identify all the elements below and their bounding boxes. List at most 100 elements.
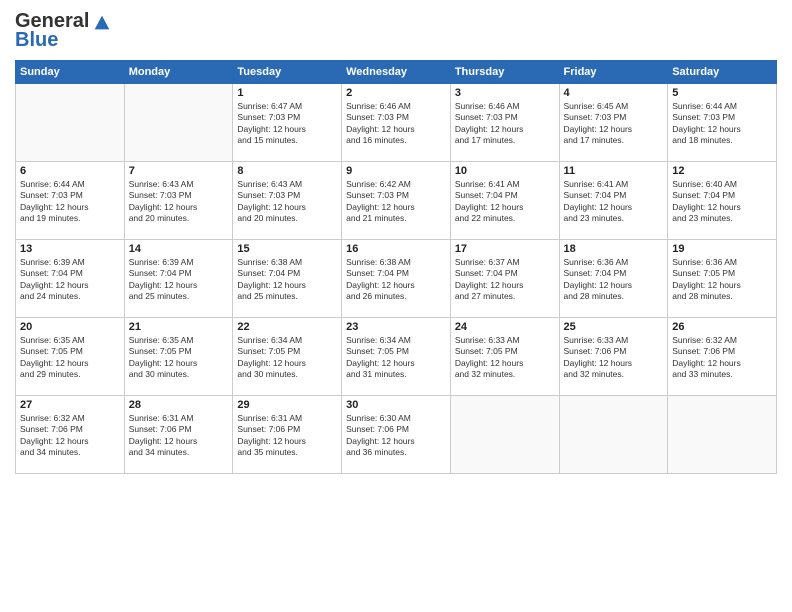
day-info: Sunrise: 6:32 AM Sunset: 7:06 PM Dayligh… bbox=[20, 413, 120, 459]
day-info: Sunrise: 6:44 AM Sunset: 7:03 PM Dayligh… bbox=[20, 179, 120, 225]
calendar-cell: 16 Sunrise: 6:38 AM Sunset: 7:04 PM Dayli… bbox=[342, 240, 451, 318]
day-number: 14 bbox=[129, 243, 229, 255]
day-number: 10 bbox=[455, 165, 555, 177]
day-number: 21 bbox=[129, 321, 229, 333]
calendar-cell: 20 Sunrise: 6:35 AM Sunset: 7:05 PM Dayli… bbox=[16, 318, 125, 396]
calendar-cell: 21 Sunrise: 6:35 AM Sunset: 7:05 PM Dayli… bbox=[124, 318, 233, 396]
calendar-cell: 23 Sunrise: 6:34 AM Sunset: 7:05 PM Dayli… bbox=[342, 318, 451, 396]
day-number: 1 bbox=[237, 87, 337, 99]
day-number: 15 bbox=[237, 243, 337, 255]
calendar-cell: 25 Sunrise: 6:33 AM Sunset: 7:06 PM Dayli… bbox=[559, 318, 668, 396]
day-number: 19 bbox=[672, 243, 772, 255]
calendar-cell: 2Sunrise: 6:46 AM Sunset: 7:03 PM Daylig… bbox=[342, 84, 451, 162]
calendar-cell bbox=[559, 396, 668, 474]
weekday-header: Sunday bbox=[16, 61, 125, 84]
logo-icon bbox=[91, 11, 113, 33]
calendar-cell: 3 Sunrise: 6:46 AM Sunset: 7:03 PM Daylig… bbox=[450, 84, 559, 162]
weekday-header: Wednesday bbox=[342, 61, 451, 84]
calendar-week-row: 6 Sunrise: 6:44 AM Sunset: 7:03 PM Daylig… bbox=[16, 162, 777, 240]
calendar-week-row: 1 Sunrise: 6:47 AM Sunset: 7:03 PM Daylig… bbox=[16, 84, 777, 162]
day-info: Sunrise: 6:46 AM Sunset: 7:03 PM Dayligh… bbox=[455, 101, 555, 147]
day-number: 4 bbox=[564, 87, 664, 99]
calendar-cell: 28 Sunrise: 6:31 AM Sunset: 7:06 PM Dayli… bbox=[124, 396, 233, 474]
calendar-cell: 11 Sunrise: 6:41 AM Sunset: 7:04 PM Dayli… bbox=[559, 162, 668, 240]
day-info: Sunrise: 6:40 AM Sunset: 7:04 PM Dayligh… bbox=[672, 179, 772, 225]
calendar-week-row: 20 Sunrise: 6:35 AM Sunset: 7:05 PM Dayli… bbox=[16, 318, 777, 396]
calendar-week-row: 13 Sunrise: 6:39 AM Sunset: 7:04 PM Dayli… bbox=[16, 240, 777, 318]
day-info: Sunrise: 6:36 AM Sunset: 7:04 PM Dayligh… bbox=[564, 257, 664, 303]
day-number: 20 bbox=[20, 321, 120, 333]
calendar-table: SundayMondayTuesdayWednesdayThursdayFrid… bbox=[15, 60, 777, 474]
day-info: Sunrise: 6:44 AM Sunset: 7:03 PM Dayligh… bbox=[672, 101, 772, 147]
weekday-header: Monday bbox=[124, 61, 233, 84]
day-info: Sunrise: 6:43 AM Sunset: 7:03 PM Dayligh… bbox=[237, 179, 337, 225]
day-number: 8 bbox=[237, 165, 337, 177]
day-number: 28 bbox=[129, 399, 229, 411]
day-info: Sunrise: 6:32 AM Sunset: 7:06 PM Dayligh… bbox=[672, 335, 772, 381]
calendar-week-row: 27 Sunrise: 6:32 AM Sunset: 7:06 PM Dayli… bbox=[16, 396, 777, 474]
day-info: Sunrise: 6:43 AM Sunset: 7:03 PM Dayligh… bbox=[129, 179, 229, 225]
day-info: Sunrise: 6:37 AM Sunset: 7:04 PM Dayligh… bbox=[455, 257, 555, 303]
day-number: 7 bbox=[129, 165, 229, 177]
day-number: 5 bbox=[672, 87, 772, 99]
calendar-cell: 24Sunrise: 6:33 AM Sunset: 7:05 PM Dayli… bbox=[450, 318, 559, 396]
calendar-cell bbox=[124, 84, 233, 162]
day-info: Sunrise: 6:34 AM Sunset: 7:05 PM Dayligh… bbox=[237, 335, 337, 381]
day-info: Sunrise: 6:39 AM Sunset: 7:04 PM Dayligh… bbox=[20, 257, 120, 303]
day-info: Sunrise: 6:42 AM Sunset: 7:03 PM Dayligh… bbox=[346, 179, 446, 225]
day-number: 13 bbox=[20, 243, 120, 255]
day-number: 17 bbox=[455, 243, 555, 255]
day-info: Sunrise: 6:46 AM Sunset: 7:03 PM Dayligh… bbox=[346, 101, 446, 147]
calendar-cell: 22 Sunrise: 6:34 AM Sunset: 7:05 PM Dayli… bbox=[233, 318, 342, 396]
day-number: 29 bbox=[237, 399, 337, 411]
day-info: Sunrise: 6:31 AM Sunset: 7:06 PM Dayligh… bbox=[129, 413, 229, 459]
day-number: 9 bbox=[346, 165, 446, 177]
calendar-cell: 1 Sunrise: 6:47 AM Sunset: 7:03 PM Daylig… bbox=[233, 84, 342, 162]
day-number: 18 bbox=[564, 243, 664, 255]
calendar-cell: 12 Sunrise: 6:40 AM Sunset: 7:04 PM Dayli… bbox=[668, 162, 777, 240]
calendar-cell: 27 Sunrise: 6:32 AM Sunset: 7:06 PM Dayli… bbox=[16, 396, 125, 474]
day-number: 27 bbox=[20, 399, 120, 411]
day-info: Sunrise: 6:45 AM Sunset: 7:03 PM Dayligh… bbox=[564, 101, 664, 147]
day-info: Sunrise: 6:39 AM Sunset: 7:04 PM Dayligh… bbox=[129, 257, 229, 303]
day-info: Sunrise: 6:34 AM Sunset: 7:05 PM Dayligh… bbox=[346, 335, 446, 381]
calendar-cell: 19Sunrise: 6:36 AM Sunset: 7:05 PM Dayli… bbox=[668, 240, 777, 318]
day-info: Sunrise: 6:38 AM Sunset: 7:04 PM Dayligh… bbox=[237, 257, 337, 303]
calendar-cell: 13 Sunrise: 6:39 AM Sunset: 7:04 PM Dayli… bbox=[16, 240, 125, 318]
calendar-cell: 10Sunrise: 6:41 AM Sunset: 7:04 PM Dayli… bbox=[450, 162, 559, 240]
day-info: Sunrise: 6:47 AM Sunset: 7:03 PM Dayligh… bbox=[237, 101, 337, 147]
calendar-cell: 8 Sunrise: 6:43 AM Sunset: 7:03 PM Daylig… bbox=[233, 162, 342, 240]
day-info: Sunrise: 6:38 AM Sunset: 7:04 PM Dayligh… bbox=[346, 257, 446, 303]
calendar-cell: 15 Sunrise: 6:38 AM Sunset: 7:04 PM Dayli… bbox=[233, 240, 342, 318]
day-info: Sunrise: 6:33 AM Sunset: 7:05 PM Dayligh… bbox=[455, 335, 555, 381]
day-info: Sunrise: 6:35 AM Sunset: 7:05 PM Dayligh… bbox=[20, 335, 120, 381]
day-number: 11 bbox=[564, 165, 664, 177]
day-number: 3 bbox=[455, 87, 555, 99]
day-number: 16 bbox=[346, 243, 446, 255]
logo-blue-text: Blue bbox=[15, 29, 58, 52]
calendar-cell bbox=[16, 84, 125, 162]
day-number: 12 bbox=[672, 165, 772, 177]
day-info: Sunrise: 6:31 AM Sunset: 7:06 PM Dayligh… bbox=[237, 413, 337, 459]
calendar-cell: 5 Sunrise: 6:44 AM Sunset: 7:03 PM Daylig… bbox=[668, 84, 777, 162]
logo: General Blue bbox=[15, 10, 113, 52]
calendar-cell: 18 Sunrise: 6:36 AM Sunset: 7:04 PM Dayli… bbox=[559, 240, 668, 318]
calendar-cell: 9 Sunrise: 6:42 AM Sunset: 7:03 PM Daylig… bbox=[342, 162, 451, 240]
day-number: 22 bbox=[237, 321, 337, 333]
page-header: General Blue bbox=[15, 10, 777, 52]
calendar-cell: 30Sunrise: 6:30 AM Sunset: 7:06 PM Dayli… bbox=[342, 396, 451, 474]
day-number: 6 bbox=[20, 165, 120, 177]
weekday-header: Tuesday bbox=[233, 61, 342, 84]
calendar-cell: 4 Sunrise: 6:45 AM Sunset: 7:03 PM Daylig… bbox=[559, 84, 668, 162]
calendar-cell bbox=[668, 396, 777, 474]
day-info: Sunrise: 6:41 AM Sunset: 7:04 PM Dayligh… bbox=[564, 179, 664, 225]
day-number: 23 bbox=[346, 321, 446, 333]
weekday-header: Thursday bbox=[450, 61, 559, 84]
weekday-header: Friday bbox=[559, 61, 668, 84]
day-number: 25 bbox=[564, 321, 664, 333]
calendar-cell: 6 Sunrise: 6:44 AM Sunset: 7:03 PM Daylig… bbox=[16, 162, 125, 240]
calendar-cell: 29 Sunrise: 6:31 AM Sunset: 7:06 PM Dayli… bbox=[233, 396, 342, 474]
weekday-header: Saturday bbox=[668, 61, 777, 84]
day-info: Sunrise: 6:33 AM Sunset: 7:06 PM Dayligh… bbox=[564, 335, 664, 381]
day-info: Sunrise: 6:35 AM Sunset: 7:05 PM Dayligh… bbox=[129, 335, 229, 381]
